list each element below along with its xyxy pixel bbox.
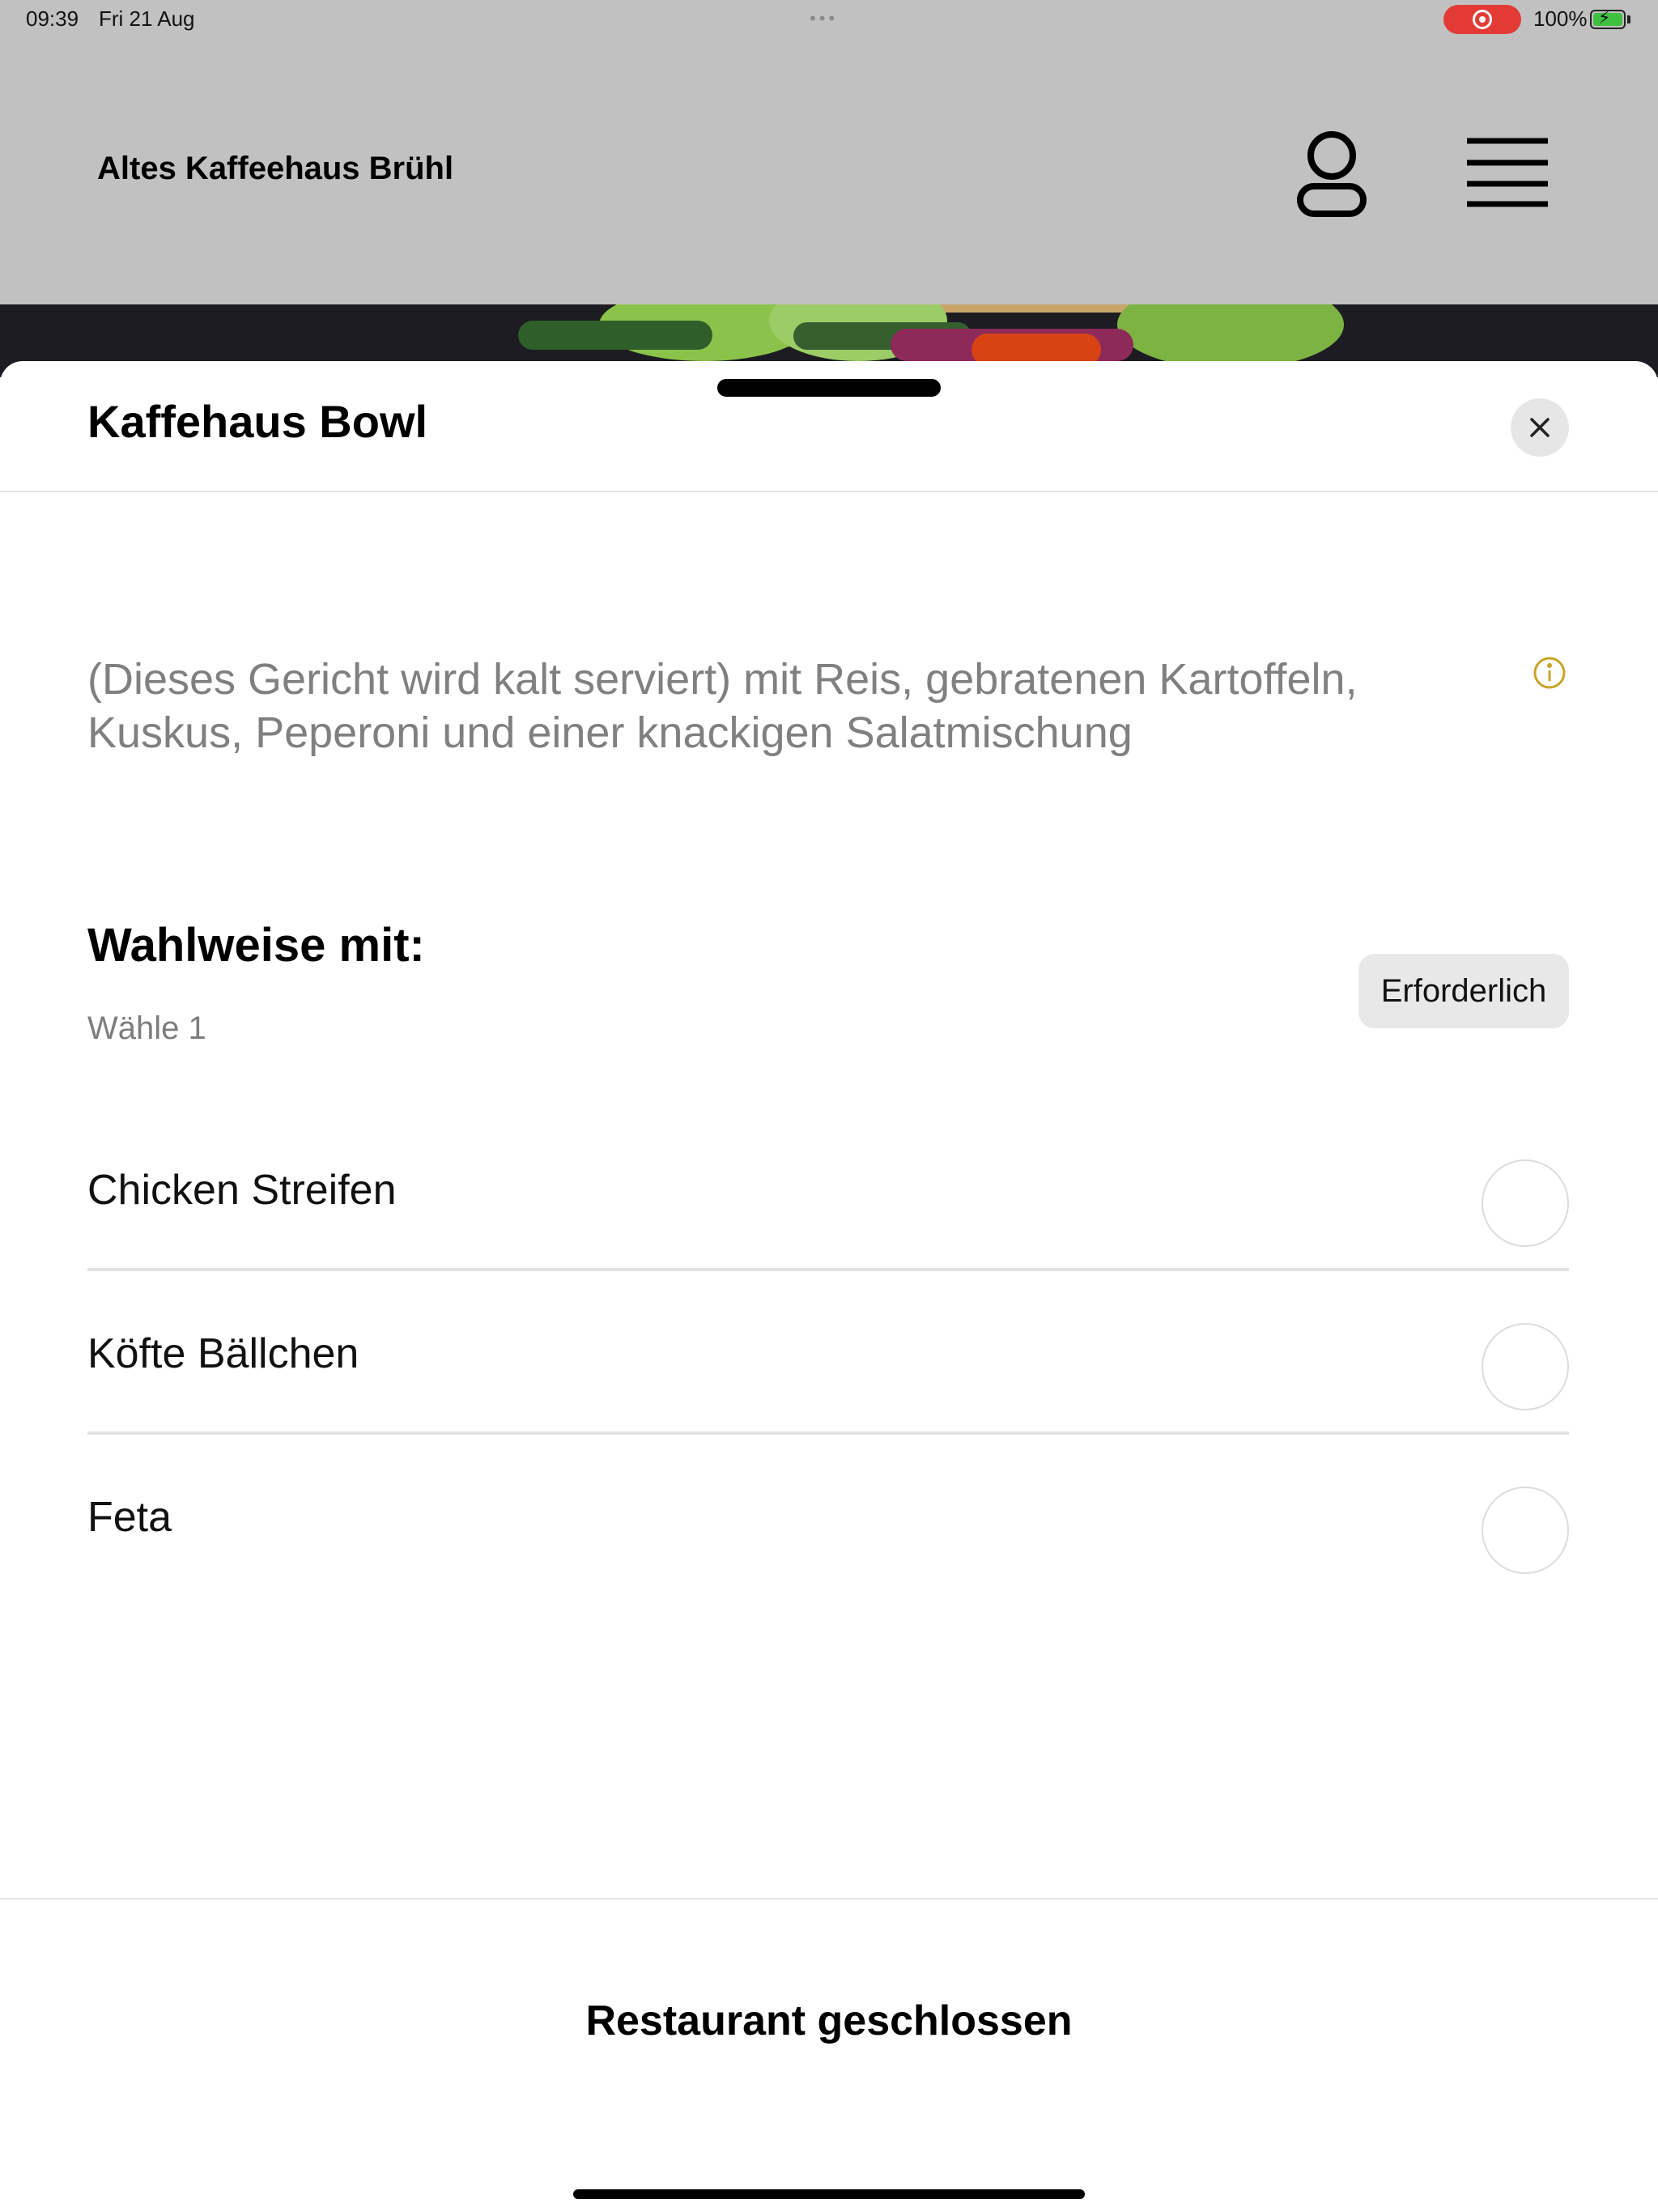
app-header: Altes Kaffeehaus Brühl [0, 40, 1658, 304]
battery-cap [1627, 15, 1630, 23]
close-button[interactable] [1511, 398, 1569, 457]
option-separator [87, 1431, 1569, 1435]
option-row[interactable]: Feta [87, 1436, 1569, 1598]
option-row[interactable]: Köfte Bällchen [87, 1273, 1569, 1435]
more-dots-icon[interactable]: ••• [810, 8, 838, 29]
restaurant-closed-label: Restaurant geschlossen [585, 1997, 1073, 2044]
option-group-subtitle: Wähle 1 [87, 1010, 206, 1046]
header-divider [0, 491, 1658, 492]
screen-record-icon[interactable] [1443, 5, 1521, 34]
sheet-grabber[interactable] [717, 379, 941, 397]
close-icon [1530, 418, 1550, 437]
info-icon[interactable] [1533, 656, 1567, 690]
option-label: Feta [87, 1494, 172, 1541]
hamburger-menu-icon[interactable] [1467, 138, 1548, 207]
option-radio[interactable] [1482, 1487, 1569, 1574]
charging-bolt-icon: ⚡ [1598, 7, 1611, 28]
restaurant-title: Altes Kaffeehaus Brühl [97, 151, 454, 186]
option-row[interactable]: Chicken Streifen [87, 1109, 1569, 1271]
option-label: Chicken Streifen [87, 1167, 397, 1214]
option-group-title: Wahlweise mit: [87, 919, 425, 972]
footer-divider [0, 1898, 1658, 1899]
option-radio[interactable] [1482, 1159, 1569, 1247]
home-indicator[interactable] [573, 2189, 1085, 2199]
option-radio[interactable] [1482, 1323, 1569, 1410]
status-bar: 09:39 Fri 21 Aug ••• 100% ⚡ [0, 0, 1658, 40]
dish-title: Kaffehaus Bowl [87, 396, 428, 447]
status-date: Fri 21 Aug [99, 6, 195, 31]
option-separator [87, 1268, 1569, 1271]
dish-detail-sheet: Kaffehaus Bowl (Dieses Gericht wird kalt… [0, 361, 1658, 2212]
required-badge: Erforderlich [1358, 954, 1569, 1028]
status-time: 09:39 [26, 6, 79, 31]
dish-description: (Dieses Gericht wird kalt serviert) mit … [87, 655, 1358, 757]
user-icon[interactable] [1295, 130, 1368, 219]
option-label: Köfte Bällchen [87, 1330, 359, 1377]
battery-percentage: 100% [1533, 6, 1588, 31]
